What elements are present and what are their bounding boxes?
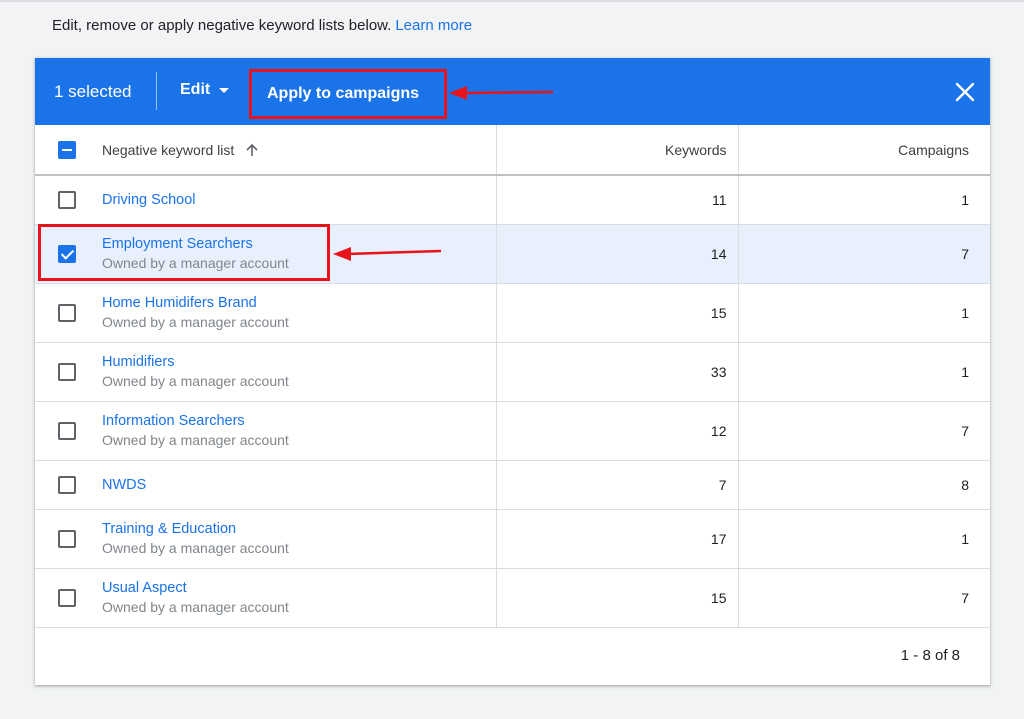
select-all-checkbox[interactable] [58,140,76,159]
dropdown-caret-icon [219,87,230,93]
column-header-name-label: Negative keyword list [102,141,235,158]
list-name-link[interactable]: Usual Aspect [102,580,496,596]
table-row[interactable]: Usual Aspect Owned by a manager account … [35,568,990,628]
apply-label: Apply to campaigns [267,85,420,102]
top-divider [0,0,1024,2]
sort-ascending-icon[interactable] [246,143,258,157]
keywords-count: 14 [496,224,739,284]
owner-label: Owned by a manager account [102,373,289,389]
list-name-link[interactable]: Humidifiers [102,354,496,370]
campaigns-count: 1 [738,175,990,225]
table-row[interactable]: NWDS 7 8 [35,460,990,510]
negative-keyword-lists-card: 1 selected Edit Apply to campaigns Negat… [35,58,990,685]
table-row[interactable]: Home Humidifers Brand Owned by a manager… [35,283,990,343]
keywords-count: 33 [496,342,739,402]
list-name-link[interactable]: Employment Searchers [102,236,496,252]
campaigns-count: 1 [738,509,990,569]
table-row[interactable]: Training & Education Owned by a manager … [35,509,990,569]
edit-label: Edit [180,81,211,98]
row-checkbox[interactable] [58,421,76,440]
campaigns-count: 7 [738,401,990,461]
edit-menu-button[interactable]: Edit [180,81,230,99]
keywords-count: 17 [496,509,739,569]
intro-text: Edit, remove or apply negative keyword l… [52,17,472,34]
action-bar-divider [156,72,157,110]
campaigns-count: 8 [738,460,990,510]
row-checkbox[interactable] [58,529,76,548]
keywords-count: 11 [496,175,739,225]
close-icon[interactable] [953,80,977,104]
table-footer: 1 - 8 of 8 [35,626,990,685]
row-checkbox[interactable] [58,588,76,607]
list-name-link[interactable]: Training & Education [102,521,496,537]
selected-count: 1 selected [54,82,132,101]
learn-more-link[interactable]: Learn more [395,17,472,34]
row-checkbox[interactable] [58,362,76,381]
row-checkbox[interactable] [58,303,76,322]
column-header-name[interactable]: Negative keyword list [93,125,497,176]
intro-description: Edit, remove or apply negative keyword l… [52,17,392,34]
owner-label: Owned by a manager account [102,255,289,271]
column-header-keywords[interactable]: Keywords [496,125,739,176]
keywords-count: 15 [496,283,739,343]
keywords-count: 12 [496,401,739,461]
list-name-link[interactable]: Home Humidifers Brand [102,295,496,311]
row-checkbox[interactable] [58,475,76,494]
campaigns-count: 1 [738,342,990,402]
table-row[interactable]: Humidifiers Owned by a manager account 3… [35,342,990,402]
campaigns-count: 7 [738,224,990,284]
list-name-link[interactable]: Information Searchers [102,413,496,429]
negative-keyword-table: Negative keyword list Keywords Campaigns… [35,125,990,628]
keywords-count: 15 [496,568,739,628]
campaigns-count: 7 [738,568,990,628]
table-header-row: Negative keyword list Keywords Campaigns [35,125,990,176]
table-row[interactable]: Driving School 11 1 [35,175,990,225]
pagination-summary: 1 - 8 of 8 [900,647,960,664]
owner-label: Owned by a manager account [102,314,289,330]
owner-label: Owned by a manager account [102,540,289,556]
owner-label: Owned by a manager account [102,432,289,448]
list-name-link[interactable]: Driving School [102,192,496,208]
campaigns-count: 1 [738,283,990,343]
table-row-selected[interactable]: Employment Searchers Owned by a manager … [35,224,990,284]
select-all-cell [35,125,93,176]
row-checkbox[interactable] [58,190,76,209]
column-header-campaigns[interactable]: Campaigns [738,125,990,176]
selection-action-bar: 1 selected Edit Apply to campaigns [35,58,990,125]
table-row[interactable]: Information Searchers Owned by a manager… [35,401,990,461]
row-checkbox[interactable] [58,244,76,263]
owner-label: Owned by a manager account [102,599,289,615]
apply-to-campaigns-button[interactable]: Apply to campaigns [249,69,447,119]
list-name-link[interactable]: NWDS [102,477,496,493]
keywords-count: 7 [496,460,739,510]
